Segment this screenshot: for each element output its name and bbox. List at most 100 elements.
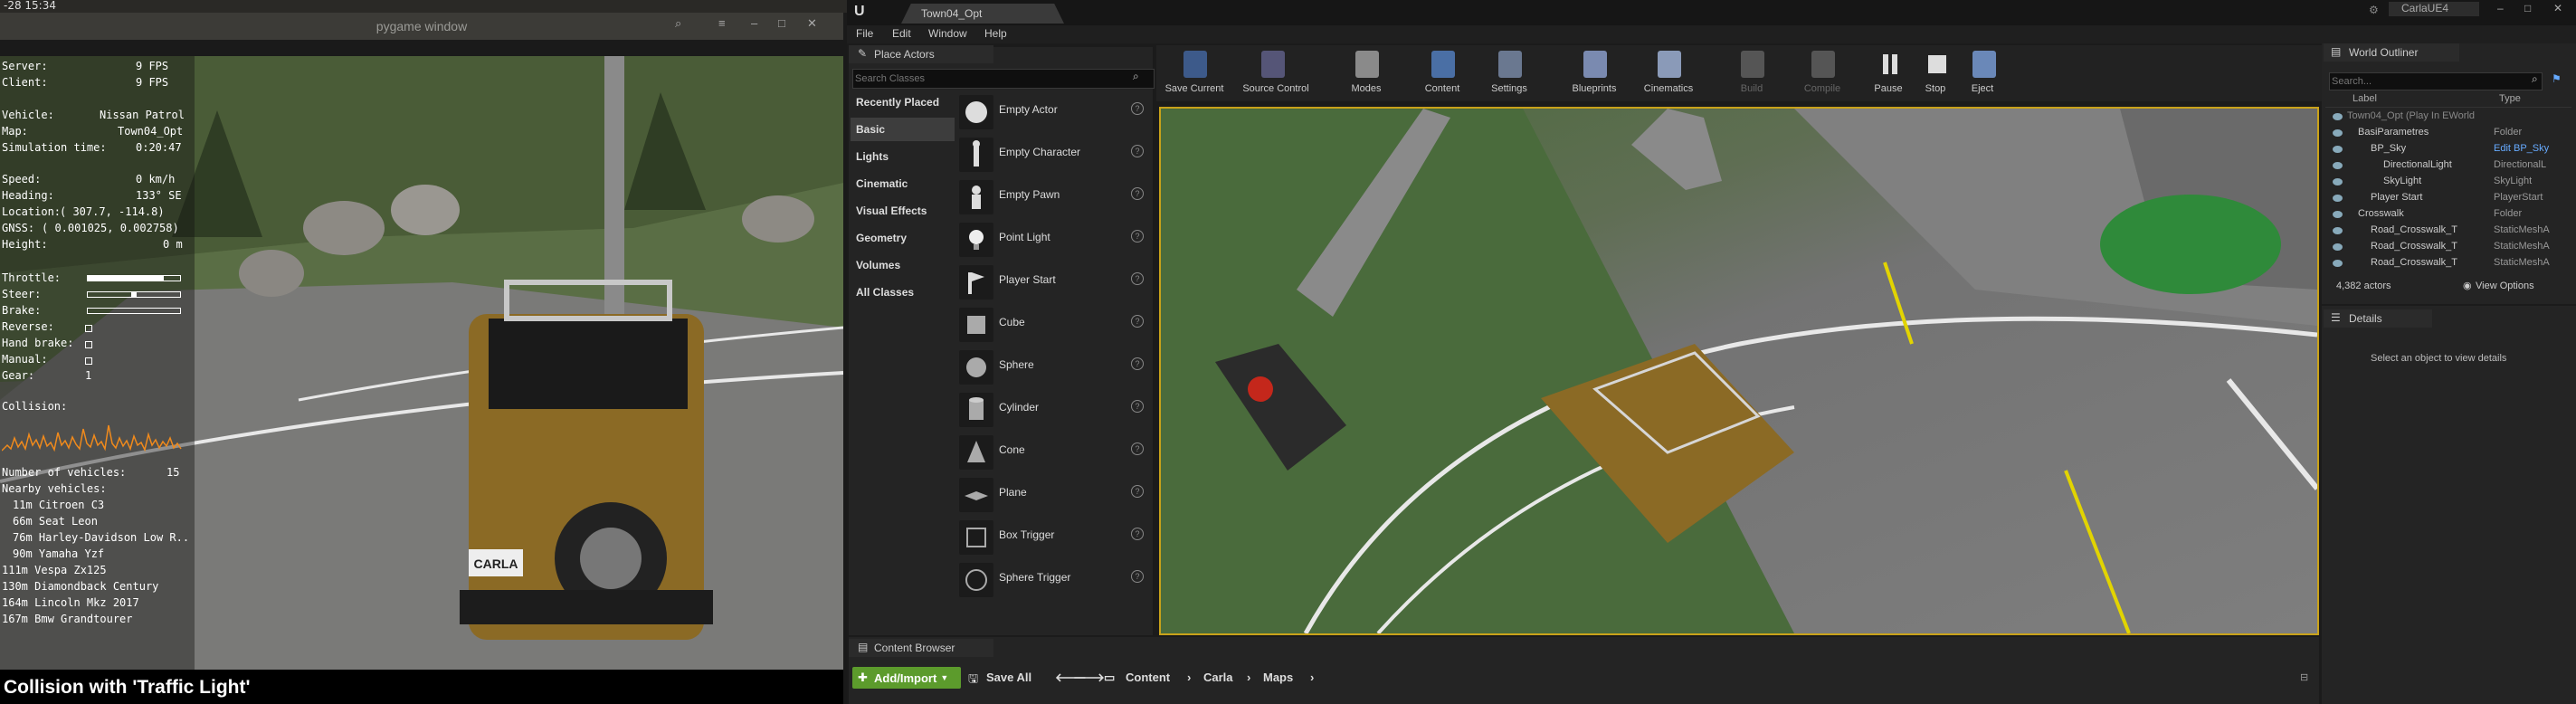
visibility-eye-icon[interactable] bbox=[2333, 243, 2343, 251]
forward-arrow-icon[interactable]: 🡒 bbox=[1073, 671, 1105, 685]
content-browser-tab[interactable]: Content Browser bbox=[849, 639, 993, 657]
compile-button[interactable]: Compile bbox=[1790, 47, 1855, 101]
breadcrumb-separator-icon[interactable]: › bbox=[1247, 671, 1250, 684]
visibility-eye-icon[interactable] bbox=[2333, 260, 2343, 267]
add-import-button[interactable]: Add/Import ▼ bbox=[852, 667, 961, 689]
outliner-row[interactable]: BP_Sky Edit BP_Sky bbox=[2333, 143, 2571, 159]
level-viewport[interactable] bbox=[1159, 107, 2319, 635]
editor-maximize-icon[interactable]: □ bbox=[2524, 2, 2531, 14]
actor-cube[interactable]: Cube? bbox=[957, 304, 1151, 344]
category-cinematic[interactable]: Cinematic bbox=[851, 172, 955, 195]
world-outliner-tab[interactable]: World Outliner bbox=[2324, 43, 2459, 62]
help-icon[interactable]: ? bbox=[1131, 102, 1144, 115]
breadcrumb-content[interactable]: Content bbox=[1126, 671, 1170, 684]
actor-box-trigger[interactable]: Box Trigger? bbox=[957, 517, 1151, 557]
place-actors-tab[interactable]: Place Actors bbox=[849, 45, 993, 63]
content-button[interactable]: Content bbox=[1410, 47, 1475, 101]
visibility-eye-icon[interactable] bbox=[2333, 129, 2343, 137]
editor-close-icon[interactable]: ✕ bbox=[2553, 2, 2562, 14]
actor-empty-character[interactable]: Empty Character? bbox=[957, 134, 1151, 174]
actor-empty-actor[interactable]: Empty Actor? bbox=[957, 91, 1151, 131]
actor-sphere-trigger[interactable]: Sphere Trigger? bbox=[957, 559, 1151, 599]
breadcrumb-carla[interactable]: Carla bbox=[1203, 671, 1233, 684]
blueprints-button[interactable]: Blueprints bbox=[1562, 47, 1627, 101]
place-actors-search[interactable] bbox=[852, 69, 1155, 89]
help-icon[interactable]: ? bbox=[1131, 145, 1144, 157]
save-current-button[interactable]: Save Current bbox=[1162, 47, 1227, 101]
outliner-row[interactable]: Player Start PlayerStart bbox=[2333, 192, 2571, 208]
view-options-button[interactable]: View Options bbox=[2476, 281, 2534, 291]
pygame-maximize-icon[interactable]: □ bbox=[778, 16, 785, 30]
source-control-button[interactable]: Source Control bbox=[1240, 47, 1312, 101]
visibility-eye-icon[interactable] bbox=[2333, 195, 2343, 202]
edit-blueprint-link[interactable]: Edit BP_Sky bbox=[2494, 143, 2549, 154]
column-label[interactable]: Label bbox=[2353, 93, 2377, 104]
help-icon[interactable]: ? bbox=[1131, 272, 1144, 285]
actor-sphere[interactable]: Sphere? bbox=[957, 347, 1151, 386]
menu-file[interactable]: File bbox=[856, 27, 873, 40]
save-all-button[interactable]: Save All bbox=[986, 671, 1031, 684]
outliner-row[interactable]: Town04_Opt (Play In EWorld bbox=[2333, 110, 2571, 127]
actor-plane[interactable]: Plane? bbox=[957, 474, 1151, 514]
visibility-eye-icon[interactable] bbox=[2333, 113, 2343, 120]
help-icon[interactable]: ? bbox=[1131, 230, 1144, 243]
visibility-eye-icon[interactable] bbox=[2333, 211, 2343, 218]
outliner-row[interactable]: DirectionalLight DirectionalL bbox=[2333, 159, 2571, 176]
pygame-close-icon[interactable]: ✕ bbox=[807, 16, 817, 31]
breadcrumb-separator-icon[interactable]: › bbox=[1187, 671, 1191, 684]
actor-point-light[interactable]: Point Light? bbox=[957, 219, 1151, 259]
category-recently-placed[interactable]: Recently Placed bbox=[851, 90, 955, 114]
menu-window[interactable]: Window bbox=[928, 27, 967, 40]
help-icon[interactable]: ? bbox=[1131, 400, 1144, 413]
visibility-eye-icon[interactable] bbox=[2333, 227, 2343, 234]
pygame-search-icon[interactable]: ⌕ bbox=[675, 16, 681, 31]
cinematics-button[interactable]: Cinematics bbox=[1636, 47, 1701, 101]
outliner-row[interactable]: BasiParametres Folder bbox=[2333, 127, 2571, 143]
help-icon[interactable]: ? bbox=[1131, 442, 1144, 455]
editor-minimize-icon[interactable]: – bbox=[2497, 2, 2504, 14]
build-button[interactable]: Build bbox=[1719, 47, 1784, 101]
source-control-status-icon[interactable]: ⚙ bbox=[2369, 4, 2379, 16]
outliner-search[interactable] bbox=[2329, 72, 2543, 90]
category-lights[interactable]: Lights bbox=[851, 145, 955, 168]
pygame-menu-icon[interactable]: ≡ bbox=[718, 16, 726, 30]
category-volumes[interactable]: Volumes bbox=[851, 253, 955, 277]
outliner-row[interactable]: SkyLight SkyLight bbox=[2333, 176, 2571, 192]
actor-player-start[interactable]: Player Start? bbox=[957, 262, 1151, 301]
category-all-classes[interactable]: All Classes bbox=[851, 281, 955, 304]
help-icon[interactable]: ? bbox=[1131, 187, 1144, 200]
pygame-titlebar[interactable]: pygame window bbox=[0, 13, 843, 40]
outliner-row[interactable]: Road_Crosswalk_T StaticMeshA bbox=[2333, 224, 2571, 241]
visibility-eye-icon[interactable] bbox=[2333, 178, 2343, 186]
help-icon[interactable]: ? bbox=[1131, 570, 1144, 583]
visibility-eye-icon[interactable] bbox=[2333, 146, 2343, 153]
pygame-minimize-icon[interactable]: – bbox=[751, 16, 757, 30]
filter-icon[interactable]: ⚑ bbox=[2552, 72, 2562, 85]
lock-icon[interactable]: ⊟ bbox=[2300, 671, 2308, 683]
actor-cylinder[interactable]: Cylinder? bbox=[957, 389, 1151, 429]
visibility-eye-icon[interactable] bbox=[2333, 162, 2343, 169]
actor-cone[interactable]: Cone? bbox=[957, 432, 1151, 471]
actor-empty-pawn[interactable]: Empty Pawn? bbox=[957, 176, 1151, 216]
breadcrumb-separator-icon[interactable]: › bbox=[1310, 671, 1314, 684]
help-icon[interactable]: ? bbox=[1131, 528, 1144, 540]
menu-edit[interactable]: Edit bbox=[892, 27, 911, 40]
help-icon[interactable]: ? bbox=[1131, 315, 1144, 328]
category-basic[interactable]: Basic bbox=[851, 118, 955, 141]
eject-button[interactable]: Eject bbox=[1951, 47, 2014, 101]
actor-label: Point Light bbox=[999, 231, 1050, 243]
category-visual-effects[interactable]: Visual Effects bbox=[851, 199, 955, 223]
breadcrumb-maps[interactable]: Maps bbox=[1263, 671, 1293, 684]
help-icon[interactable]: ? bbox=[1131, 357, 1144, 370]
category-geometry[interactable]: Geometry bbox=[851, 226, 955, 250]
settings-button[interactable]: Settings bbox=[1477, 47, 1542, 101]
level-tab[interactable]: Town04_Opt bbox=[901, 4, 1064, 24]
outliner-row[interactable]: Road_Crosswalk_T StaticMeshA bbox=[2333, 241, 2571, 257]
actor-label: Cone bbox=[999, 443, 1025, 456]
modes-button[interactable]: Modes bbox=[1334, 47, 1399, 101]
menu-help[interactable]: Help bbox=[984, 27, 1007, 40]
help-icon[interactable]: ? bbox=[1131, 485, 1144, 498]
column-type[interactable]: Type bbox=[2499, 93, 2521, 104]
outliner-row[interactable]: Road_Crosswalk_T StaticMeshA bbox=[2333, 257, 2571, 273]
outliner-row[interactable]: Crosswalk Folder bbox=[2333, 208, 2571, 224]
